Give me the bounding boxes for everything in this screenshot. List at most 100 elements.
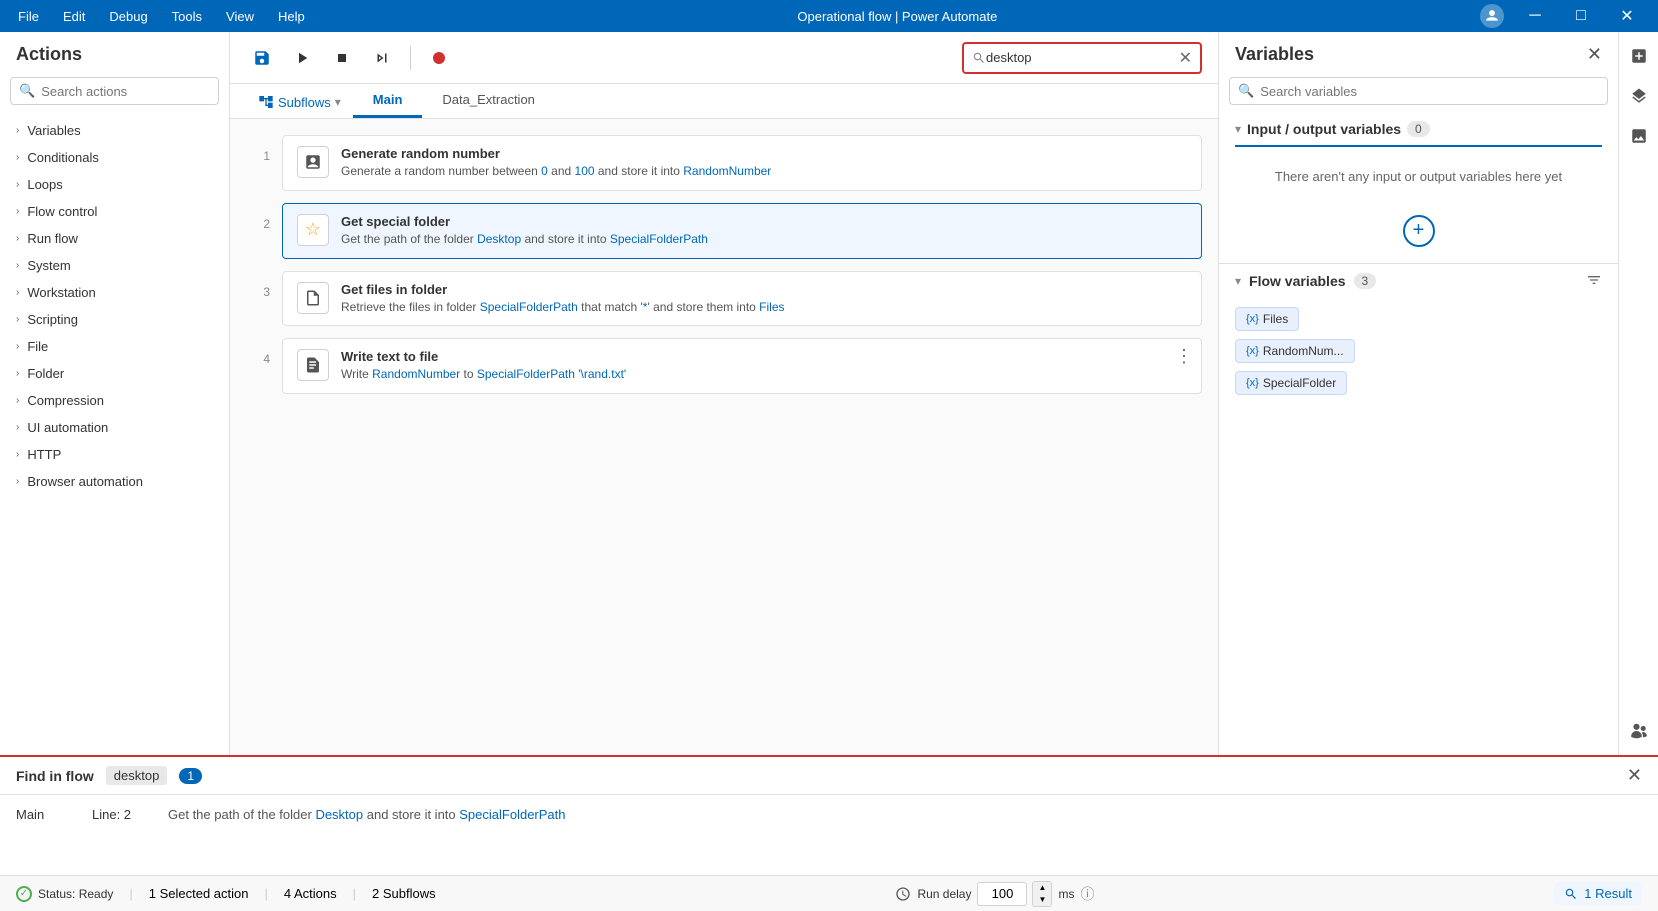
category-conditionals-label: Conditionals [27,150,99,165]
maximize-button[interactable]: □ [1558,0,1604,32]
var-chip-randomnum-label: {x} [1246,345,1259,357]
category-folder-label: Folder [27,366,64,381]
find-close-button[interactable]: ✕ [1627,765,1642,786]
find-result-location: Main [16,807,76,822]
right-icon-bar [1618,32,1658,755]
step-4-str: '\rand.txt' [578,367,626,381]
flow-step-1: 1 Generate random number Generate a rand… [246,135,1202,191]
tab-data-extraction[interactable]: Data_Extraction [422,84,555,118]
tools-menu[interactable]: Tools [162,5,212,28]
variables-search-box: 🔍 [1229,77,1608,105]
subflows-tab[interactable]: Subflows ▾ [246,86,353,118]
flow-step-2: 2 ☆ Get special folder Get the path of t… [246,203,1202,259]
var-chip-randomnum[interactable]: {x} RandomNum... [1235,339,1355,363]
var-chip-files[interactable]: {x} Files [1235,307,1299,331]
edit-menu[interactable]: Edit [53,5,95,28]
step-4-more-button[interactable]: ⋮ [1175,347,1193,365]
variables-close-button[interactable]: ✕ [1587,44,1602,65]
io-section-header[interactable]: ▾ Input / output variables 0 [1235,113,1602,145]
chevron-conditionals: › [16,152,19,163]
run-button[interactable] [286,42,318,74]
category-variables[interactable]: › Variables [0,117,229,144]
close-button[interactable]: ✕ [1604,0,1650,32]
category-scripting-label: Scripting [27,312,78,327]
category-file[interactable]: › File [0,333,229,360]
find-result-link2[interactable]: SpecialFolderPath [459,807,565,822]
find-result-line: Line: 2 [92,807,152,822]
category-ui-automation[interactable]: › UI automation [0,414,229,441]
step-3-wildcard: * [643,300,648,314]
chevron-folder: › [16,368,19,379]
category-file-label: File [27,339,48,354]
menu-bar: File Edit Debug Tools View Help [8,5,315,28]
category-system[interactable]: › System [0,252,229,279]
stop-button[interactable] [326,42,358,74]
help-menu[interactable]: Help [268,5,315,28]
status-dot: ✓ [16,886,32,902]
category-compression[interactable]: › Compression [0,387,229,414]
debug-menu[interactable]: Debug [99,5,157,28]
step-card-1[interactable]: Generate random number Generate a random… [282,135,1202,191]
io-vars-title: Input / output variables [1247,121,1401,137]
category-flow-control[interactable]: › Flow control [0,198,229,225]
category-http[interactable]: › HTTP [0,441,229,468]
find-count-badge: 1 [179,768,202,784]
clock-icon [895,886,911,902]
flow-search-input[interactable] [986,50,1179,65]
category-run-flow[interactable]: › Run flow [0,225,229,252]
step-1-desc: Generate a random number between 0 and 1… [341,163,1187,180]
status-sep-3: | [353,886,356,901]
save-button[interactable] [246,42,278,74]
actions-panel: Actions 🔍 › Variables › Conditionals › L… [0,32,230,755]
find-title: Find in flow [16,768,94,784]
category-conditionals[interactable]: › Conditionals [0,144,229,171]
flow-search-clear-button[interactable]: ✕ [1179,48,1192,68]
tab-data-extraction-label: Data_Extraction [442,92,535,107]
io-chevron: ▾ [1235,122,1241,136]
image-button[interactable] [1623,120,1655,152]
run-delay-down[interactable]: ▼ [1033,894,1051,906]
category-system-label: System [27,258,70,273]
category-browser-automation[interactable]: › Browser automation [0,468,229,495]
variables-search-input[interactable] [1260,84,1599,99]
step-1-var-100: 100 [575,164,595,178]
layers-button[interactable] [1623,80,1655,112]
flow-vars-header[interactable]: ▾ Flow variables 3 [1219,264,1618,299]
variables-panel-toggle[interactable] [1623,40,1655,72]
run-delay-input[interactable] [977,882,1027,906]
add-variable-button[interactable]: + [1403,215,1435,247]
result-link[interactable]: 1 Result [1554,882,1642,905]
step-card-2[interactable]: ☆ Get special folder Get the path of the… [282,203,1202,259]
variables-title: Variables [1235,44,1314,65]
category-scripting[interactable]: › Scripting [0,306,229,333]
category-workstation-label: Workstation [27,285,95,300]
view-menu[interactable]: View [216,5,264,28]
actions-search-input[interactable] [41,84,210,99]
file-menu[interactable]: File [8,5,49,28]
minimize-button[interactable]: ─ [1512,0,1558,32]
filter-icon[interactable] [1586,272,1602,291]
cursor-button[interactable] [1623,715,1655,747]
category-folder[interactable]: › Folder [0,360,229,387]
flow-variables-list: {x} Files {x} RandomNum... {x} SpecialFo… [1219,299,1618,403]
step-card-4[interactable]: Write text to file Write RandomNumber to… [282,338,1202,394]
category-workstation[interactable]: › Workstation [0,279,229,306]
tab-main[interactable]: Main [353,84,423,118]
var-chip-specialfolder-label: {x} [1246,377,1259,389]
step-button[interactable] [366,42,398,74]
step-number-4: 4 [246,338,270,366]
step-card-3[interactable]: Get files in folder Retrieve the files i… [282,271,1202,327]
record-button[interactable] [423,42,455,74]
var-chip-specialfolder[interactable]: {x} SpecialFolder [1235,371,1347,395]
run-delay-info-icon: ⓘ [1080,884,1094,904]
flow-search-bar: ✕ [962,42,1202,74]
category-loops[interactable]: › Loops [0,171,229,198]
find-results: Main Line: 2 Get the path of the folder … [0,795,1658,875]
run-delay-up[interactable]: ▲ [1033,882,1051,894]
step-icon-2: ☆ [297,214,329,246]
actions-count: 4 Actions [284,886,337,901]
find-result-link1[interactable]: Desktop [315,807,363,822]
step-number-3: 3 [246,271,270,299]
step-number-2: 2 [246,203,270,231]
status-ready: ✓ Status: Ready [16,886,113,902]
